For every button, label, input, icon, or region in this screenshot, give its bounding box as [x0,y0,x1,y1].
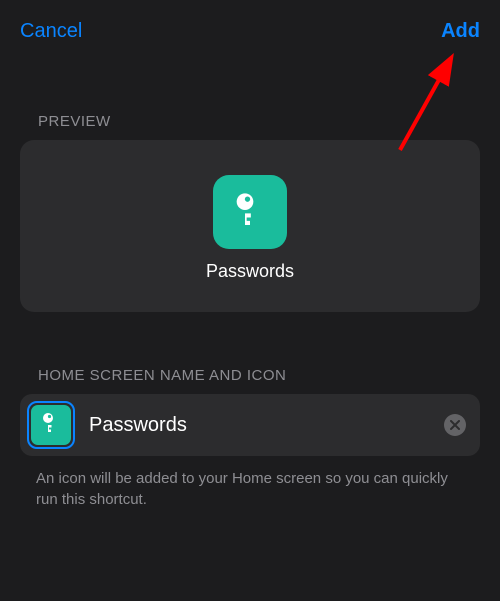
helper-text: An icon will be added to your Home scree… [0,456,500,510]
close-icon [450,418,460,433]
key-icon [39,411,63,440]
shortcut-name-input[interactable] [89,414,430,437]
clear-input-button[interactable] [444,414,466,436]
preview-app-name: Passwords [206,261,294,282]
icon-picker-button[interactable] [27,401,75,449]
preview-section-label: PREVIEW [0,113,500,130]
add-button[interactable]: Add [441,20,480,43]
preview-card: Passwords [20,140,480,312]
header-bar: Cancel Add [0,0,500,53]
app-icon-small [31,405,71,445]
cancel-button[interactable]: Cancel [20,20,82,43]
name-input-row [20,394,480,456]
app-icon-preview [213,175,287,249]
name-section-label: HOME SCREEN NAME AND ICON [0,367,500,384]
key-icon [230,190,270,235]
